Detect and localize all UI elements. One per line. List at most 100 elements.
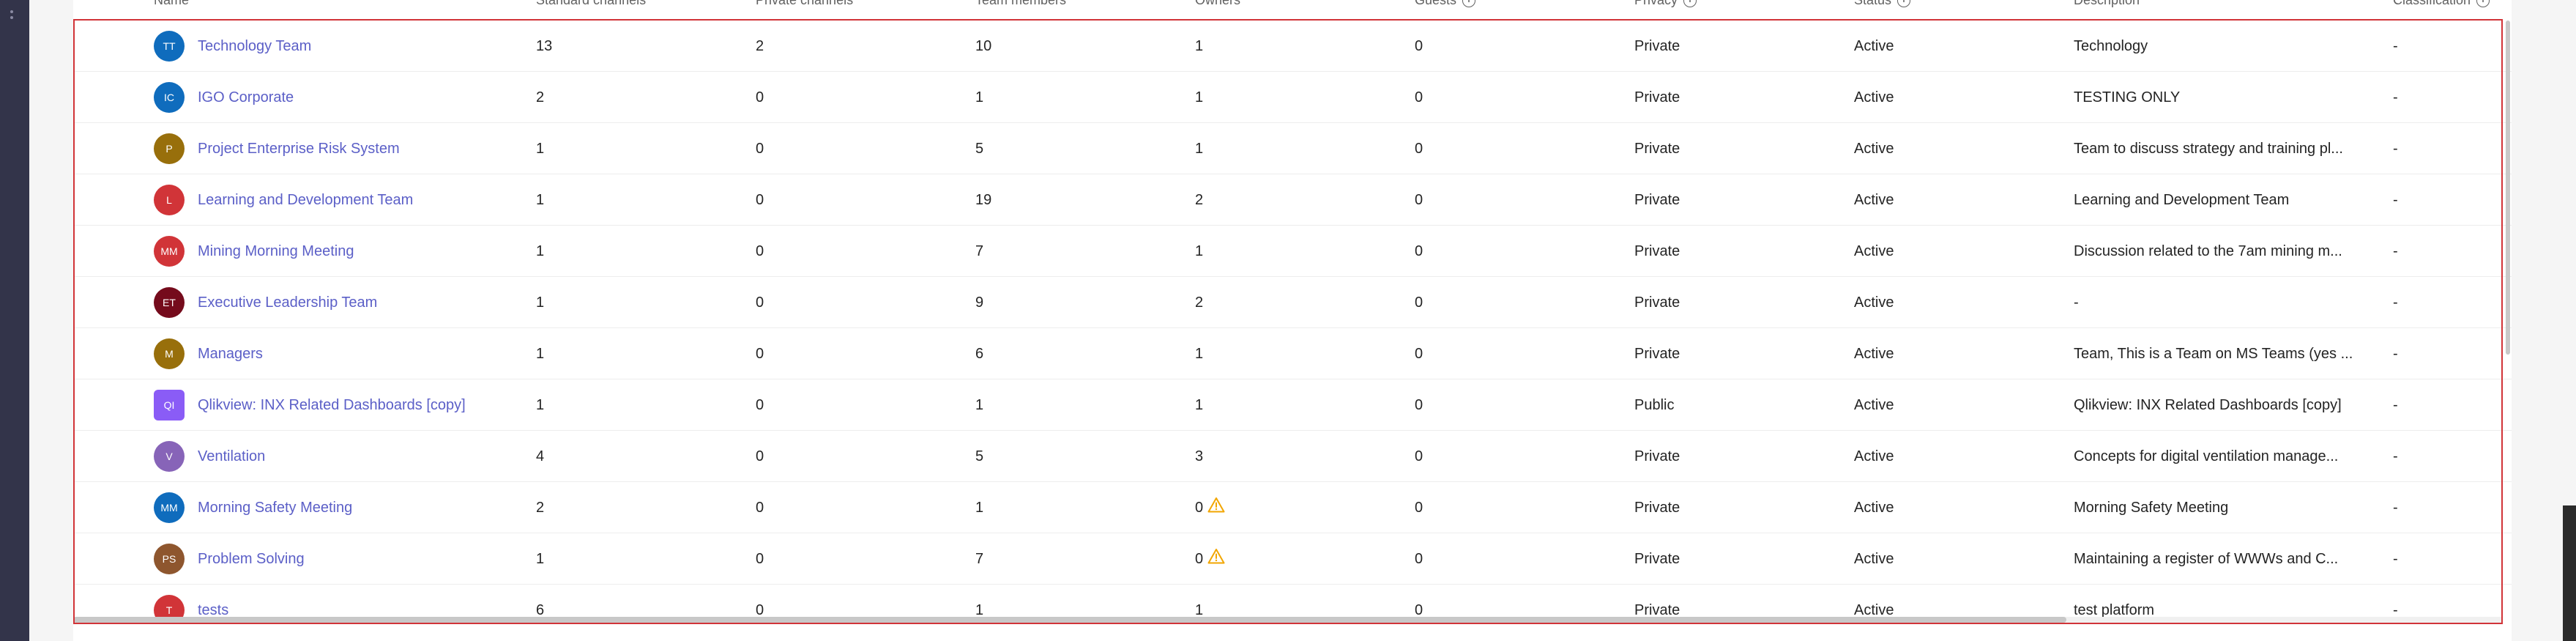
- table-row[interactable]: PS Problem Solving 1 0 7 0 0 Private Act…: [73, 533, 2512, 585]
- team-members-cell: 1: [975, 601, 984, 618]
- horizontal-scrollbar-thumb[interactable]: [73, 617, 2066, 623]
- description-text: Maintaining a register of WWWs and C...: [2074, 550, 2339, 567]
- private-channels-cell: 0: [756, 550, 764, 567]
- description-text: Team, This is a Team on MS Teams (yes ..…: [2074, 345, 2353, 362]
- table-body: TT Technology Team 13 2 10 1 0 Private A…: [73, 21, 2512, 621]
- teams-table-panel: Name Standard channels Private channels …: [73, 0, 2512, 641]
- description-cell: Qlikview: INX Related Dashboards [copy]: [2074, 379, 2342, 431]
- table-row[interactable]: MM Mining Morning Meeting 1 0 7 1 0 Priv…: [73, 226, 2512, 277]
- header-name[interactable]: Name: [154, 0, 189, 8]
- header-team-members[interactable]: Team members: [975, 0, 1066, 8]
- header-owners[interactable]: Owners: [1195, 0, 1240, 8]
- owners-cell: 3: [1195, 431, 1203, 482]
- table-row[interactable]: L Learning and Development Team 1 0 19 2…: [73, 174, 2512, 226]
- team-name-link[interactable]: IGO Corporate: [198, 89, 294, 106]
- header-standard-channels[interactable]: Standard channels: [536, 0, 646, 8]
- team-name-link[interactable]: Problem Solving: [198, 551, 305, 568]
- table-row[interactable]: QI Qlikview: INX Related Dashboards [cop…: [73, 379, 2512, 431]
- guests-cell: 0: [1415, 89, 1423, 105]
- description-cell: Maintaining a register of WWWs and C...: [2074, 533, 2338, 585]
- privacy-cell: Private: [1634, 140, 1680, 157]
- vertical-scrollbar-thumb[interactable]: [2506, 21, 2510, 355]
- team-name-link[interactable]: Project Enterprise Risk System: [198, 141, 400, 158]
- owners-count: 0: [1195, 499, 1204, 516]
- header-status[interactable]: Status: [1854, 0, 1911, 8]
- team-name-link[interactable]: Morning Safety Meeting: [198, 500, 352, 516]
- owners-cell: 1: [1195, 585, 1203, 621]
- guests-cell: 0: [1415, 191, 1423, 208]
- team-name-link[interactable]: Executive Leadership Team: [198, 294, 377, 311]
- header-guests[interactable]: Guests: [1415, 0, 1476, 8]
- table-row[interactable]: ET Executive Leadership Team 1 0 9 2 0 P…: [73, 277, 2512, 328]
- table-row[interactable]: TT Technology Team 13 2 10 1 0 Private A…: [73, 21, 2512, 72]
- status-cell: Active: [1854, 550, 1894, 567]
- warning-icon: [1207, 497, 1225, 513]
- info-icon[interactable]: [1897, 0, 1911, 7]
- team-name-link[interactable]: Mining Morning Meeting: [198, 243, 354, 260]
- table-row[interactable]: P Project Enterprise Risk System 1 0 5 1…: [73, 123, 2512, 174]
- description-cell: Technology: [2074, 21, 2148, 72]
- status-cell: Active: [1854, 191, 1894, 208]
- info-icon[interactable]: [2476, 0, 2490, 7]
- privacy-cell: Private: [1634, 345, 1680, 362]
- table-row[interactable]: V Ventilation 4 0 5 3 0 Private Active C…: [73, 431, 2512, 482]
- guests-cell: 0: [1415, 242, 1423, 259]
- description-cell: -: [2074, 277, 2079, 328]
- description-text: Discussion related to the 7am mining m..…: [2074, 242, 2342, 259]
- owners-count: 1: [1195, 37, 1204, 54]
- privacy-cell: Private: [1634, 37, 1680, 54]
- description-text: TESTING ONLY: [2074, 89, 2181, 105]
- team-members-cell: 10: [975, 37, 992, 54]
- team-name-link[interactable]: Managers: [198, 346, 263, 363]
- private-channels-cell: 0: [756, 601, 764, 618]
- table-row[interactable]: MM Morning Safety Meeting 2 0 1 0 0 Priv…: [73, 482, 2512, 533]
- avatar: IC: [154, 82, 185, 113]
- private-channels-cell: 0: [756, 499, 764, 516]
- avatar: PS: [154, 544, 185, 574]
- info-icon[interactable]: [1462, 0, 1476, 7]
- privacy-cell: Private: [1634, 550, 1680, 567]
- private-channels-cell: 0: [756, 396, 764, 413]
- team-name-link[interactable]: Technology Team: [198, 38, 311, 55]
- team-name-link[interactable]: Ventilation: [198, 448, 265, 465]
- owners-cell: 2: [1195, 174, 1203, 226]
- description-cell: Team to discuss strategy and training pl…: [2074, 123, 2343, 174]
- app-left-rail: [0, 0, 29, 641]
- guests-cell: 0: [1415, 140, 1423, 157]
- avatar: L: [154, 185, 185, 215]
- table-row[interactable]: M Managers 1 0 6 1 0 Private Active Team…: [73, 328, 2512, 379]
- standard-channels-cell: 1: [536, 191, 545, 208]
- avatar: QI: [154, 390, 185, 420]
- private-channels-cell: 0: [756, 89, 764, 105]
- owners-cell: 1: [1195, 226, 1203, 277]
- standard-channels-cell: 6: [536, 601, 545, 618]
- header-description[interactable]: Description: [2074, 0, 2140, 8]
- description-text: Team to discuss strategy and training pl…: [2074, 140, 2343, 157]
- right-gutter: [2512, 0, 2576, 641]
- standard-channels-cell: 1: [536, 242, 545, 259]
- classification-cell: -: [2393, 345, 2398, 362]
- guests-cell: 0: [1415, 396, 1423, 413]
- description-cell: Team, This is a Team on MS Teams (yes ..…: [2074, 328, 2353, 379]
- team-members-cell: 5: [975, 448, 984, 464]
- owners-cell: 1: [1195, 379, 1203, 431]
- standard-channels-cell: 2: [536, 499, 545, 516]
- header-private-channels[interactable]: Private channels: [756, 0, 853, 8]
- status-cell: Active: [1854, 294, 1894, 311]
- status-cell: Active: [1854, 448, 1894, 464]
- description-text: Morning Safety Meeting: [2074, 499, 2229, 516]
- team-name-link[interactable]: Qlikview: INX Related Dashboards [copy]: [198, 397, 466, 414]
- status-cell: Active: [1854, 242, 1894, 259]
- info-icon[interactable]: [1683, 0, 1697, 7]
- status-cell: Active: [1854, 601, 1894, 618]
- avatar: P: [154, 133, 185, 164]
- header-classification[interactable]: Classification: [2393, 0, 2490, 8]
- header-privacy[interactable]: Privacy: [1634, 0, 1697, 8]
- owners-cell: 0: [1195, 533, 1225, 585]
- table-row[interactable]: T tests 6 0 1 1 0 Private Active test pl…: [73, 585, 2512, 621]
- table-row[interactable]: IC IGO Corporate 2 0 1 1 0 Private Activ…: [73, 72, 2512, 123]
- status-cell: Active: [1854, 499, 1894, 516]
- owners-count: 2: [1195, 294, 1204, 311]
- team-name-link[interactable]: Learning and Development Team: [198, 192, 413, 209]
- owners-count: 1: [1195, 140, 1204, 157]
